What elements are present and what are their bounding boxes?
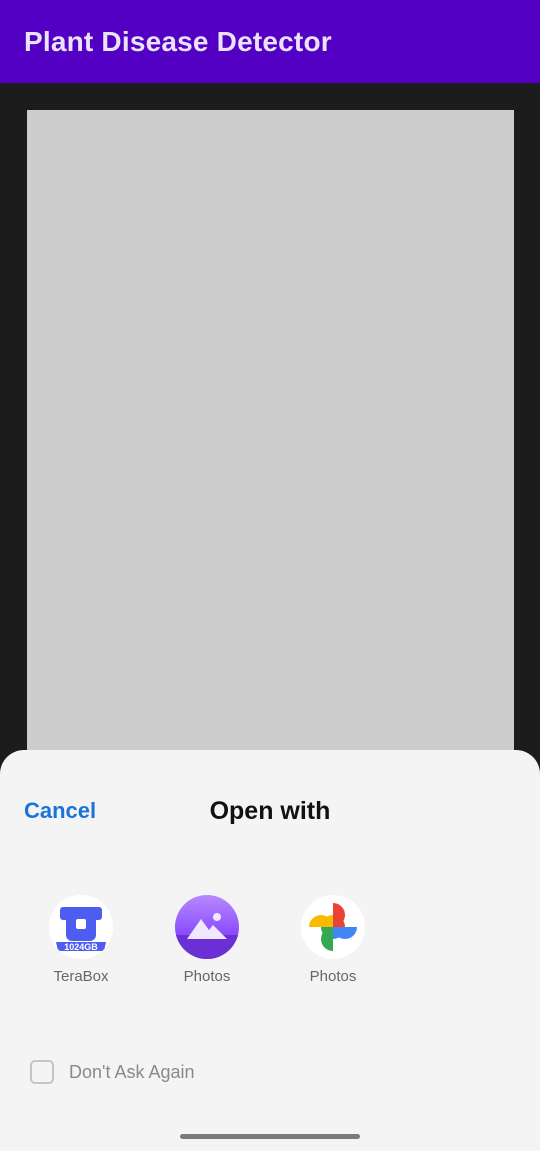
app-label-gallery-photos: Photos — [183, 968, 231, 985]
app-option-gallery-photos[interactable]: Photos — [157, 895, 257, 985]
app-label-terabox: TeraBox — [53, 968, 109, 985]
app-bar: Plant Disease Detector — [0, 0, 540, 83]
dont-ask-again-checkbox[interactable] — [30, 1060, 54, 1084]
svg-text:1024GB: 1024GB — [64, 942, 98, 952]
dont-ask-again-label: Don't Ask Again — [69, 1061, 195, 1082]
app-label-google-photos: Photos — [309, 968, 357, 985]
app-title: Plant Disease Detector — [24, 25, 332, 57]
app-option-terabox[interactable]: 1024GB TeraBox — [31, 895, 131, 985]
terabox-icon: 1024GB — [49, 895, 113, 959]
dialog-title: Open with — [209, 797, 331, 825]
open-with-sheet: Cancel Open with 1024GB TeraBox Photos P… — [0, 750, 540, 1151]
app-option-google-photos[interactable]: Photos — [283, 895, 383, 985]
gallery-photos-icon — [175, 895, 239, 959]
navigation-handle[interactable] — [180, 1134, 360, 1139]
dont-ask-again-row[interactable]: Don't Ask Again — [30, 1060, 195, 1084]
image-preview[interactable] — [27, 110, 514, 770]
google-photos-icon — [301, 895, 365, 959]
